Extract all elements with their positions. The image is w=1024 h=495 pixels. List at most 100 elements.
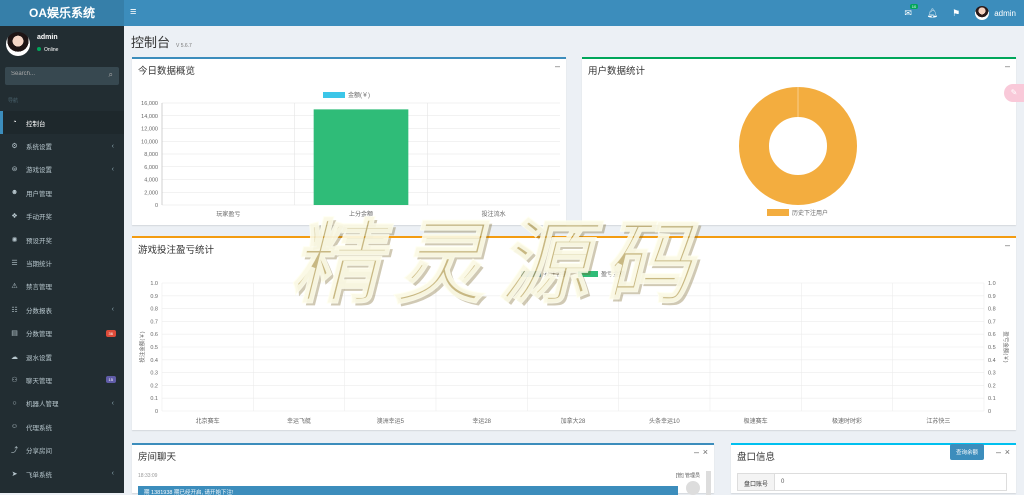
y-tick-label: 0.6 (150, 332, 158, 338)
chevron-left-icon: ‹ (111, 165, 114, 173)
chat-sender: [管] 管理员 (675, 473, 700, 479)
sidebar-item[interactable]: ➤ 飞单系统 ‹ (0, 462, 124, 485)
list-icon: ☰ (11, 260, 18, 268)
user-menu[interactable]: admin (975, 6, 1016, 20)
user-name: admin (37, 34, 58, 41)
bar (313, 109, 409, 205)
sidebar-item[interactable]: ❖ 手动开奖 (0, 205, 124, 228)
sidebar-item[interactable]: ⊜ 游戏设置 ‹ (0, 158, 124, 181)
y-tick-label: 6,000 (144, 165, 158, 171)
search-input[interactable] (11, 71, 101, 77)
y-tick-label-right: 0.4 (988, 358, 996, 364)
y-tick-label-right: 0 (988, 409, 991, 415)
sidebar-item-label: 聊天管理 (26, 377, 52, 385)
legend-swatch (767, 209, 789, 216)
envelope-icon[interactable]: ✉ 10 (903, 4, 919, 18)
close-button[interactable]: × (703, 447, 708, 457)
sidebar-item-label: 分享房间 (26, 448, 52, 456)
sidebar-menu: ◔ 控制台 ⚙ 系统设置 ‹ ⊜ 游戏设置 ‹ ☻ 用户管理 ❖ 手动开奖 ✺ 预设开奖 ☰ 当期统计 ⚠ 禁言管… (0, 111, 124, 485)
comment-icon: ○ (12, 399, 17, 407)
sidebar-item[interactable]: ⤴ 分享房间 (0, 438, 124, 461)
room-chat-box: 房间聊天 × – 18:33:09 [管] 管理员 期 1381938 期已经开… (132, 443, 714, 495)
page-version: V 5.6.7 (175, 43, 192, 49)
chat-message: 期 1381938 期已经开启, 请开始下注! (138, 486, 678, 495)
pan-info-box: 盘口信息 查询余额 × – 盘口账号 0 (731, 443, 1016, 493)
chevron-left-icon: ‹ (111, 399, 114, 407)
sidebar-item[interactable]: ◔ 控制台 (0, 111, 124, 135)
y-tick-label: 1.0 (150, 281, 158, 287)
y-tick-label: 0.7 (150, 319, 158, 325)
y-tick-label: 0 (155, 409, 158, 415)
collapse-button[interactable]: – (694, 447, 699, 457)
sidebar-item[interactable]: ☻ 用户管理 (0, 181, 124, 204)
scrollbar[interactable] (706, 471, 711, 495)
sidebar-item-label: 禁言管理 (26, 284, 52, 292)
bars-icon[interactable]: ≡ (130, 6, 136, 18)
y-tick-label: 8,000 (144, 152, 158, 158)
sidebar-item[interactable]: ☷ 分数报表 ‹ (0, 298, 124, 321)
sidebar-item-label: 手动开奖 (26, 214, 52, 222)
y-tick-label-right: 0.5 (988, 345, 996, 351)
search-icon[interactable]: ⌕ (109, 70, 113, 80)
pan-account-row: 盘口账号 0 (737, 473, 1007, 491)
avatar (6, 32, 30, 56)
sidebar-item[interactable]: ⚠ 禁言管理 (0, 275, 124, 298)
sidebar-item[interactable]: ⚇ 聊天管理 15 (0, 368, 124, 391)
chevron-left-icon: ‹ (111, 142, 114, 150)
flag-icon[interactable]: ⚑ (951, 8, 961, 18)
y-tick-label-right: 0.9 (988, 294, 996, 300)
nav-header: 导航 (8, 98, 19, 104)
users-icon: ☻ (10, 189, 19, 197)
close-button[interactable]: × (1005, 447, 1010, 457)
query-balance-button[interactable]: 查询余额 (949, 444, 984, 460)
x-tick-label: 极速时时彩 (832, 417, 862, 425)
sidebar-item-label: 代理系统 (26, 424, 52, 432)
y-tick-label: 0.4 (150, 358, 158, 364)
x-tick-label: 幸运飞艇 (287, 417, 311, 425)
x-tick-label: 加拿大28 (561, 417, 586, 425)
top-navbar: OA娱乐系统 ≡ ✉ 10 🔔︎ ⚑ admin (0, 0, 1024, 26)
legend-swatch (578, 271, 598, 277)
y-tick-label-right: 0.1 (988, 396, 996, 402)
share-icon: ⤴ (11, 447, 18, 455)
x-tick-label: 头条幸运10 (649, 417, 680, 425)
sidebar-item[interactable]: ⚙ 系统设置 ‹ (0, 134, 124, 157)
sidebar-item-label: 用户管理 (26, 190, 52, 198)
app-logo[interactable]: OA娱乐系统 (0, 0, 124, 26)
today-bar-chart: 金额(￥) 0 2,000 4,000 6,000 8,000 10,000 12,000 14… (141, 91, 560, 218)
game-bar-chart: 投注金额 盈亏金额 0 0 0.1 0.1 0.2 0.2 0.3 0.3 0.4 0.4 0.5 0.5… (138, 270, 1010, 425)
sidebar-item[interactable]: ☺ 代理系统 (0, 415, 124, 438)
warning-icon: ⚠ (11, 283, 18, 291)
sidebar-item[interactable]: ☁ 退水设置 (0, 345, 124, 368)
send-icon: ➤ (11, 470, 18, 478)
sidebar-item-label: 分数报表 (26, 307, 52, 315)
sidebar-item[interactable]: ○ 机器人管理 ‹ (0, 392, 124, 415)
chevron-left-icon: ‹ (111, 470, 114, 478)
y-tick-label-right: 0.2 (988, 383, 996, 389)
y-tick-label: 14,000 (141, 114, 158, 120)
y-tick-label-right: 0.3 (988, 371, 996, 377)
sidebar-item[interactable]: ✺ 预设开奖 (0, 228, 124, 251)
pan-account-label: 盘口账号 (738, 474, 776, 490)
legend-label: 投注金额 (544, 270, 568, 278)
bug-icon[interactable]: ✎ (1004, 84, 1024, 102)
sidebar-item-label: 当期统计 (26, 261, 52, 269)
mail-badge: 10 (909, 4, 919, 9)
y-tick-label: 0.9 (150, 294, 158, 300)
sidebar-item-label: 游戏设置 (26, 167, 52, 175)
user-panel: admin Online (0, 26, 124, 62)
y-tick-label: 12,000 (141, 127, 158, 133)
sidebar-item[interactable]: ▤ 分数管理 36 (0, 322, 124, 345)
avatar (975, 6, 990, 20)
collapse-button[interactable]: – (996, 447, 1001, 457)
y-tick-label: 16,000 (141, 101, 158, 107)
bell-icon[interactable]: 🔔︎ (926, 8, 937, 18)
sidebar-item[interactable]: ☰ 当期统计 (0, 251, 124, 274)
game-stats-box: 游戏投注盈亏统计 – 投注金额 盈亏金额 0 0 0.1 0.1 0.2 0.2 0.3 0.3 0… (132, 236, 1016, 430)
y-tick-label: 0.1 (150, 396, 158, 402)
x-tick-label: 北京赛车 (196, 417, 220, 425)
y-tick-label: 0.8 (150, 307, 158, 313)
money-icon: ▤ (11, 330, 18, 338)
list-ol-icon: ☷ (11, 306, 18, 314)
x-tick-label: 上分金额 (349, 210, 373, 218)
